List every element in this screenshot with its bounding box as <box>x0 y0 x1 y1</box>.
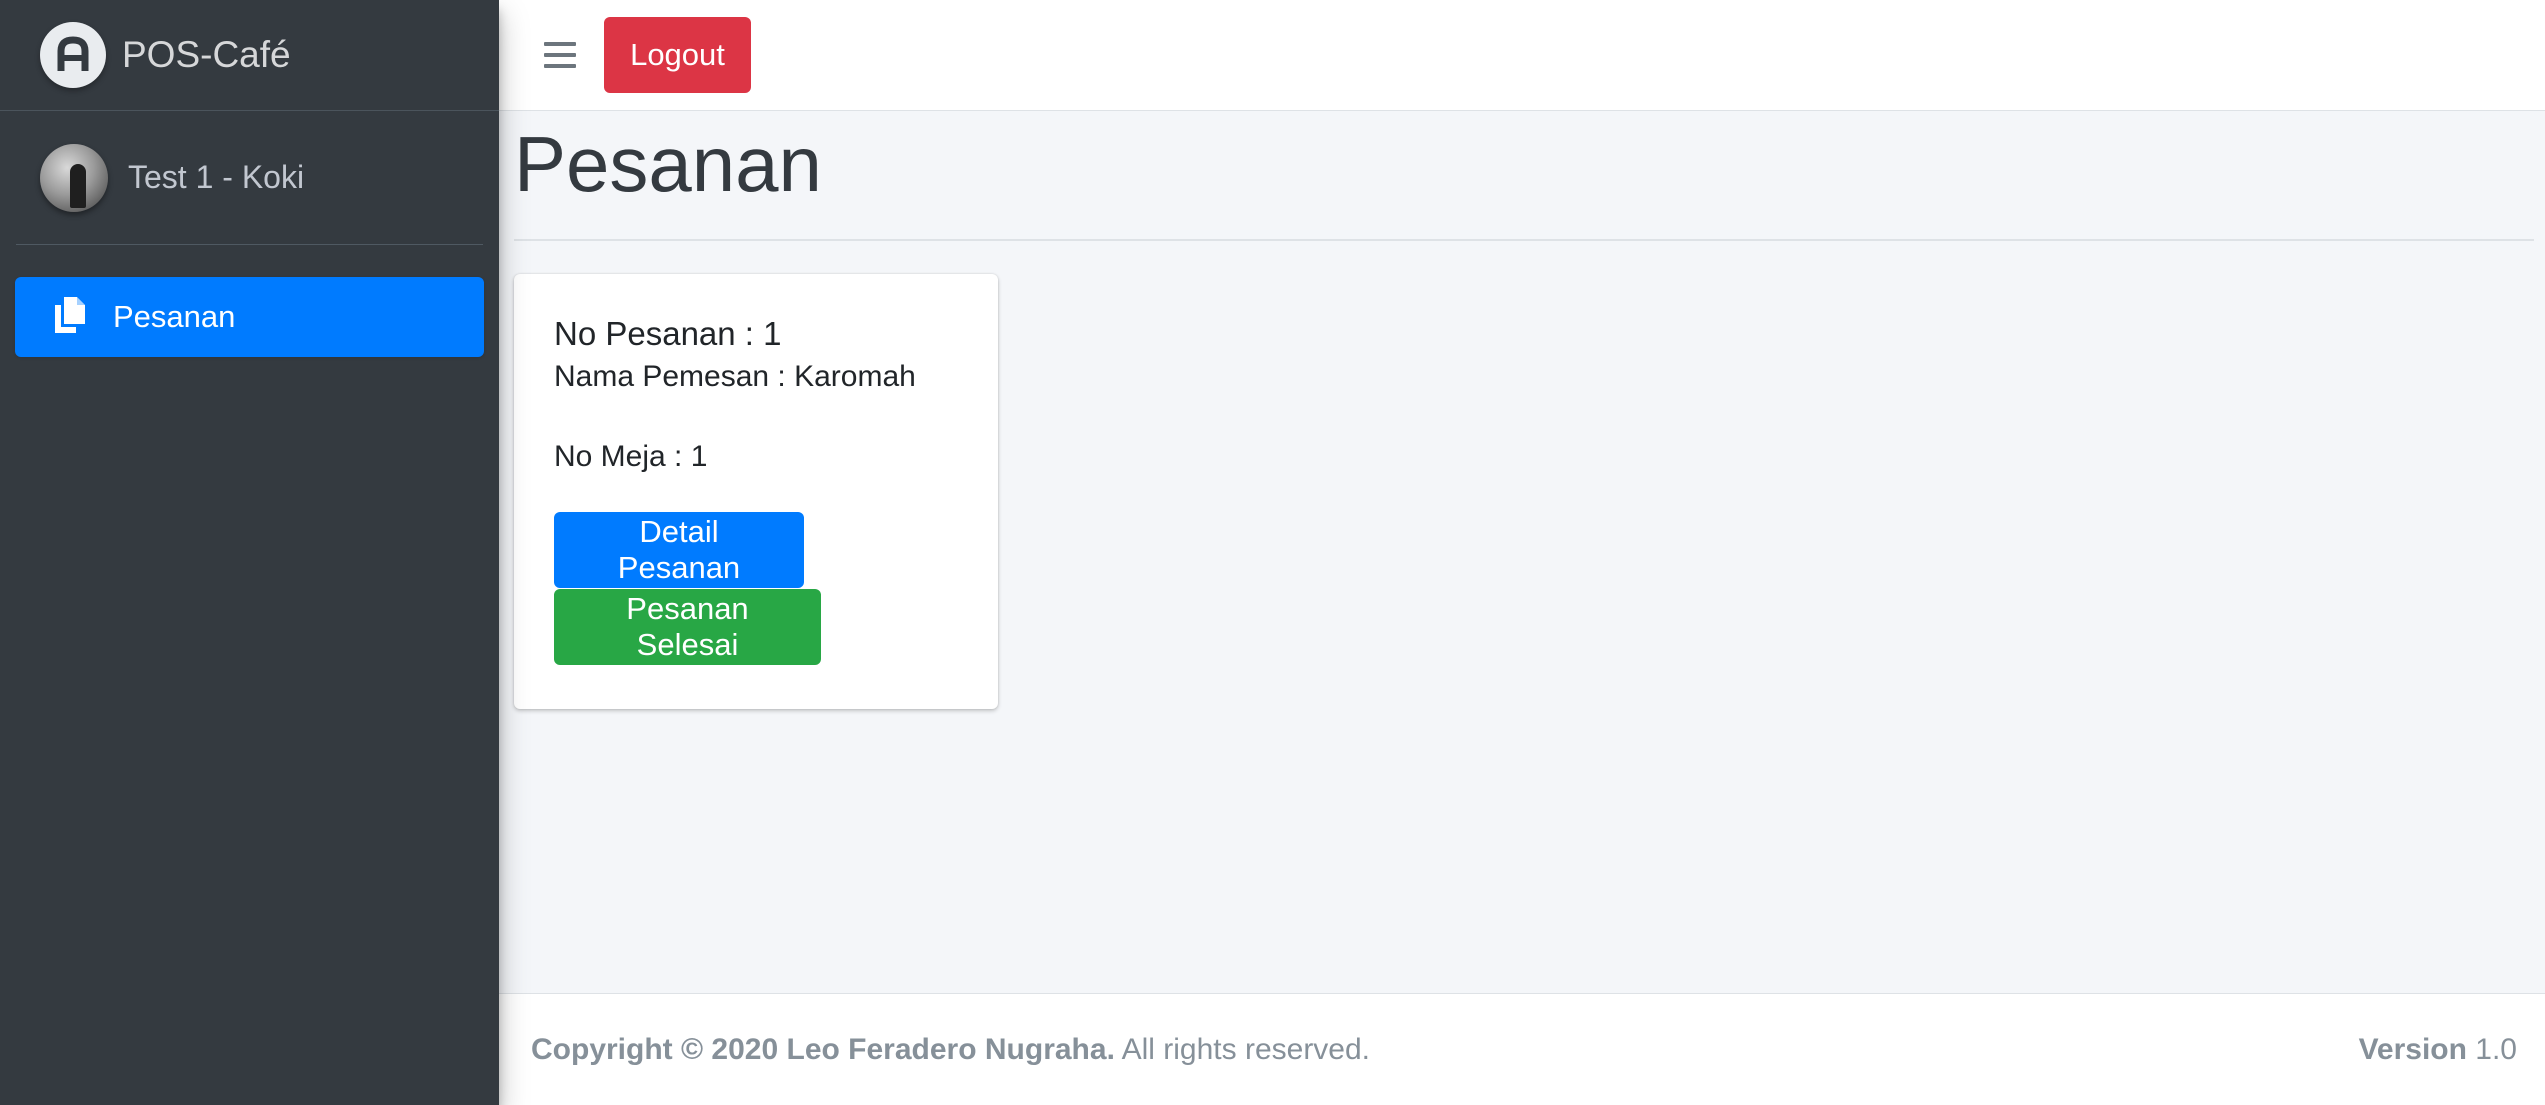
page-title: Pesanan <box>514 120 822 208</box>
divider <box>514 239 2534 241</box>
sidebar-item-label: Pesanan <box>113 299 236 334</box>
top-navbar: Logout <box>499 0 2545 111</box>
order-detail-button[interactable]: Detail Pesanan <box>554 512 804 588</box>
user-panel: Test 1 - Koki <box>16 111 483 245</box>
copyright-text: Copyright © 2020 Leo Feradero Nugraha. A… <box>531 1033 1370 1067</box>
sidebar: POS-Café Test 1 - Koki Pesanan <box>0 0 499 1105</box>
order-complete-button[interactable]: Pesanan Selesai <box>554 589 821 665</box>
footer: Copyright © 2020 Leo Feradero Nugraha. A… <box>499 993 2545 1105</box>
copy-files-icon <box>55 296 85 338</box>
version-value: 1.0 <box>2466 1032 2517 1066</box>
brand-name: POS-Café <box>122 34 291 75</box>
avatar <box>40 143 108 212</box>
order-number: No Pesanan : 1 <box>554 315 782 352</box>
content-wrapper: Pesanan No Pesanan : 1 Nama Pemesan : Ka… <box>499 111 2545 993</box>
hamburger-menu-icon[interactable] <box>544 42 576 68</box>
customer-name: Nama Pemesan : Karomah <box>554 360 916 393</box>
user-name[interactable]: Test 1 - Koki <box>128 159 304 196</box>
version-info: Version 1.0 <box>2359 1033 2517 1067</box>
brand-link[interactable]: POS-Café <box>0 0 499 111</box>
table-number: No Meja : 1 <box>554 440 708 473</box>
letter-a-logo-icon <box>40 22 106 88</box>
sidebar-item-pesanan[interactable]: Pesanan <box>15 277 484 357</box>
order-card: No Pesanan : 1 Nama Pemesan : Karomah No… <box>514 274 998 709</box>
rights-text: All rights reserved. <box>1114 1032 1371 1066</box>
copyright-owner: Copyright © 2020 Leo Feradero Nugraha. <box>531 1032 1115 1066</box>
version-label: Version <box>2358 1032 2467 1066</box>
sidebar-nav: Pesanan <box>0 245 499 357</box>
logout-button[interactable]: Logout <box>604 17 751 93</box>
